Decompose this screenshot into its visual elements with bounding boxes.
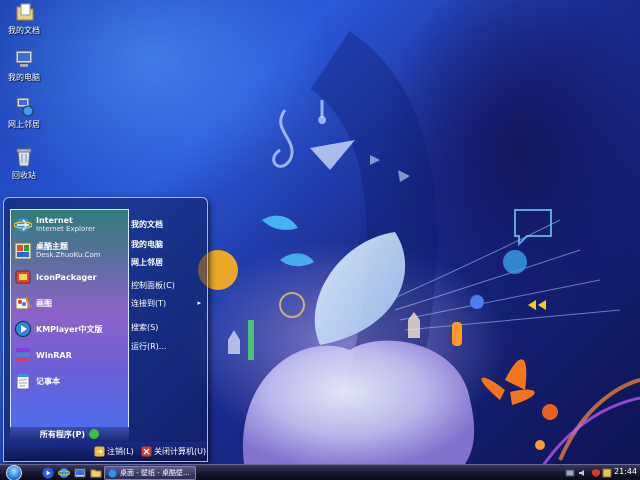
my-computer-icon bbox=[15, 50, 33, 67]
start-item-notepad[interactable]: 记事本 bbox=[14, 370, 128, 392]
internet-explorer-icon bbox=[14, 218, 32, 232]
shutdown-icon bbox=[141, 446, 152, 457]
all-programs-button[interactable]: 所有程序(P) bbox=[10, 427, 129, 441]
logoff-icon bbox=[94, 446, 105, 457]
place-run[interactable]: 运行(R)... bbox=[131, 340, 207, 353]
music-notes bbox=[272, 100, 324, 168]
program-subtitle: Desk.ZhuoKu.Com bbox=[36, 251, 101, 259]
input-method-icon[interactable] bbox=[602, 468, 612, 478]
desktop-icon-label: 网上邻居 bbox=[8, 120, 40, 129]
volume-icon[interactable] bbox=[578, 468, 588, 478]
program-title: KMPlayer中文版 bbox=[36, 324, 103, 334]
program-title: 画图 bbox=[36, 298, 52, 308]
desktop-icon-my-computer[interactable]: 我的电脑 bbox=[2, 48, 46, 82]
recycle-bin-icon bbox=[16, 148, 32, 167]
network-places-icon bbox=[16, 97, 34, 117]
logoff-button[interactable]: 注销(L) bbox=[94, 445, 134, 458]
program-title: 记事本 bbox=[36, 376, 60, 386]
start-item-internet-explorer[interactable]: Internet Internet Explorer bbox=[14, 214, 128, 236]
internet-explorer-icon bbox=[108, 469, 117, 477]
desktop-icon-label: 回收站 bbox=[12, 171, 36, 180]
desktop-icon-label: 我的电脑 bbox=[8, 73, 40, 82]
place-my-computer[interactable]: 我的电脑 bbox=[131, 238, 207, 251]
quicklaunch-folder-icon[interactable] bbox=[90, 467, 102, 479]
place-search[interactable]: 搜索(S) bbox=[131, 321, 207, 334]
arrow-right-icon bbox=[89, 429, 100, 439]
start-item-paint[interactable]: 画图 bbox=[14, 292, 128, 314]
start-menu: Internet Internet Explorer 桌酷主题 Desk.Zhu… bbox=[3, 197, 208, 462]
place-my-documents[interactable]: 我的文档 bbox=[131, 218, 207, 231]
iconpackager-icon bbox=[15, 270, 31, 284]
desktop-icon-my-documents[interactable]: 我的文档 bbox=[2, 1, 46, 35]
network-tray-icon[interactable] bbox=[565, 468, 575, 478]
paint-icon bbox=[15, 296, 31, 310]
program-title: IconPackager bbox=[36, 272, 97, 282]
start-menu-footer: 注销(L) 关闭计算机(U) bbox=[4, 442, 207, 461]
internet-explorer-icon[interactable] bbox=[58, 467, 70, 479]
desktop-icon-network-places[interactable]: 网上邻居 bbox=[2, 95, 46, 129]
all-programs-label: 所有程序(P) bbox=[39, 429, 86, 439]
show-desktop-icon[interactable] bbox=[74, 467, 86, 479]
start-menu-places-pane: 我的文档 我的电脑 网上邻居 控制面板(C) 连接到(T) ▸ 搜索(S) 运行… bbox=[129, 209, 207, 441]
desktop-icon-recycle-bin[interactable]: 回收站 bbox=[2, 146, 46, 180]
kmplayer-icon bbox=[15, 321, 31, 337]
program-title: 桌酷主题 bbox=[36, 242, 68, 251]
winrar-icon bbox=[16, 348, 30, 362]
place-network-places[interactable]: 网上邻居 bbox=[131, 256, 207, 269]
submenu-arrow-icon: ▸ bbox=[197, 299, 201, 307]
program-title: WinRAR bbox=[36, 350, 72, 360]
taskbar-window-button[interactable]: 桌面 - 壁纸 - 桌酷壁... bbox=[104, 466, 196, 480]
taskbar-window-label: 桌面 - 壁纸 - 桌酷壁... bbox=[120, 469, 190, 477]
security-shield-icon[interactable] bbox=[591, 468, 601, 478]
my-documents-icon bbox=[16, 3, 34, 21]
taskbar-clock[interactable]: 21:44 bbox=[614, 467, 637, 476]
place-connect-to[interactable]: 连接到(T) ▸ bbox=[131, 297, 207, 310]
start-menu-programs-pane: Internet Internet Explorer 桌酷主题 Desk.Zhu… bbox=[10, 209, 129, 441]
shutdown-button[interactable]: 关闭计算机(U) bbox=[141, 445, 206, 458]
start-item-winrar[interactable]: WinRAR bbox=[14, 344, 128, 366]
taskbar: 桌面 - 壁纸 - 桌酷壁... 21:44 bbox=[0, 464, 640, 480]
start-item-zhuoku-theme[interactable]: 桌酷主题 Desk.ZhuoKu.Com bbox=[14, 240, 128, 262]
program-title: Internet bbox=[36, 216, 73, 225]
start-item-iconpackager[interactable]: IconPackager bbox=[14, 266, 128, 288]
start-item-kmplayer[interactable]: KMPlayer中文版 bbox=[14, 318, 128, 340]
flower bbox=[481, 359, 535, 405]
theme-icon bbox=[14, 242, 32, 260]
apple-shape bbox=[242, 340, 475, 470]
notepad-icon bbox=[16, 373, 30, 390]
desktop-icon-label: 我的文档 bbox=[8, 26, 40, 35]
media-player-icon[interactable] bbox=[42, 467, 54, 479]
program-subtitle: Internet Explorer bbox=[36, 225, 96, 233]
start-button[interactable] bbox=[6, 465, 22, 480]
place-control-panel[interactable]: 控制面板(C) bbox=[131, 279, 207, 292]
